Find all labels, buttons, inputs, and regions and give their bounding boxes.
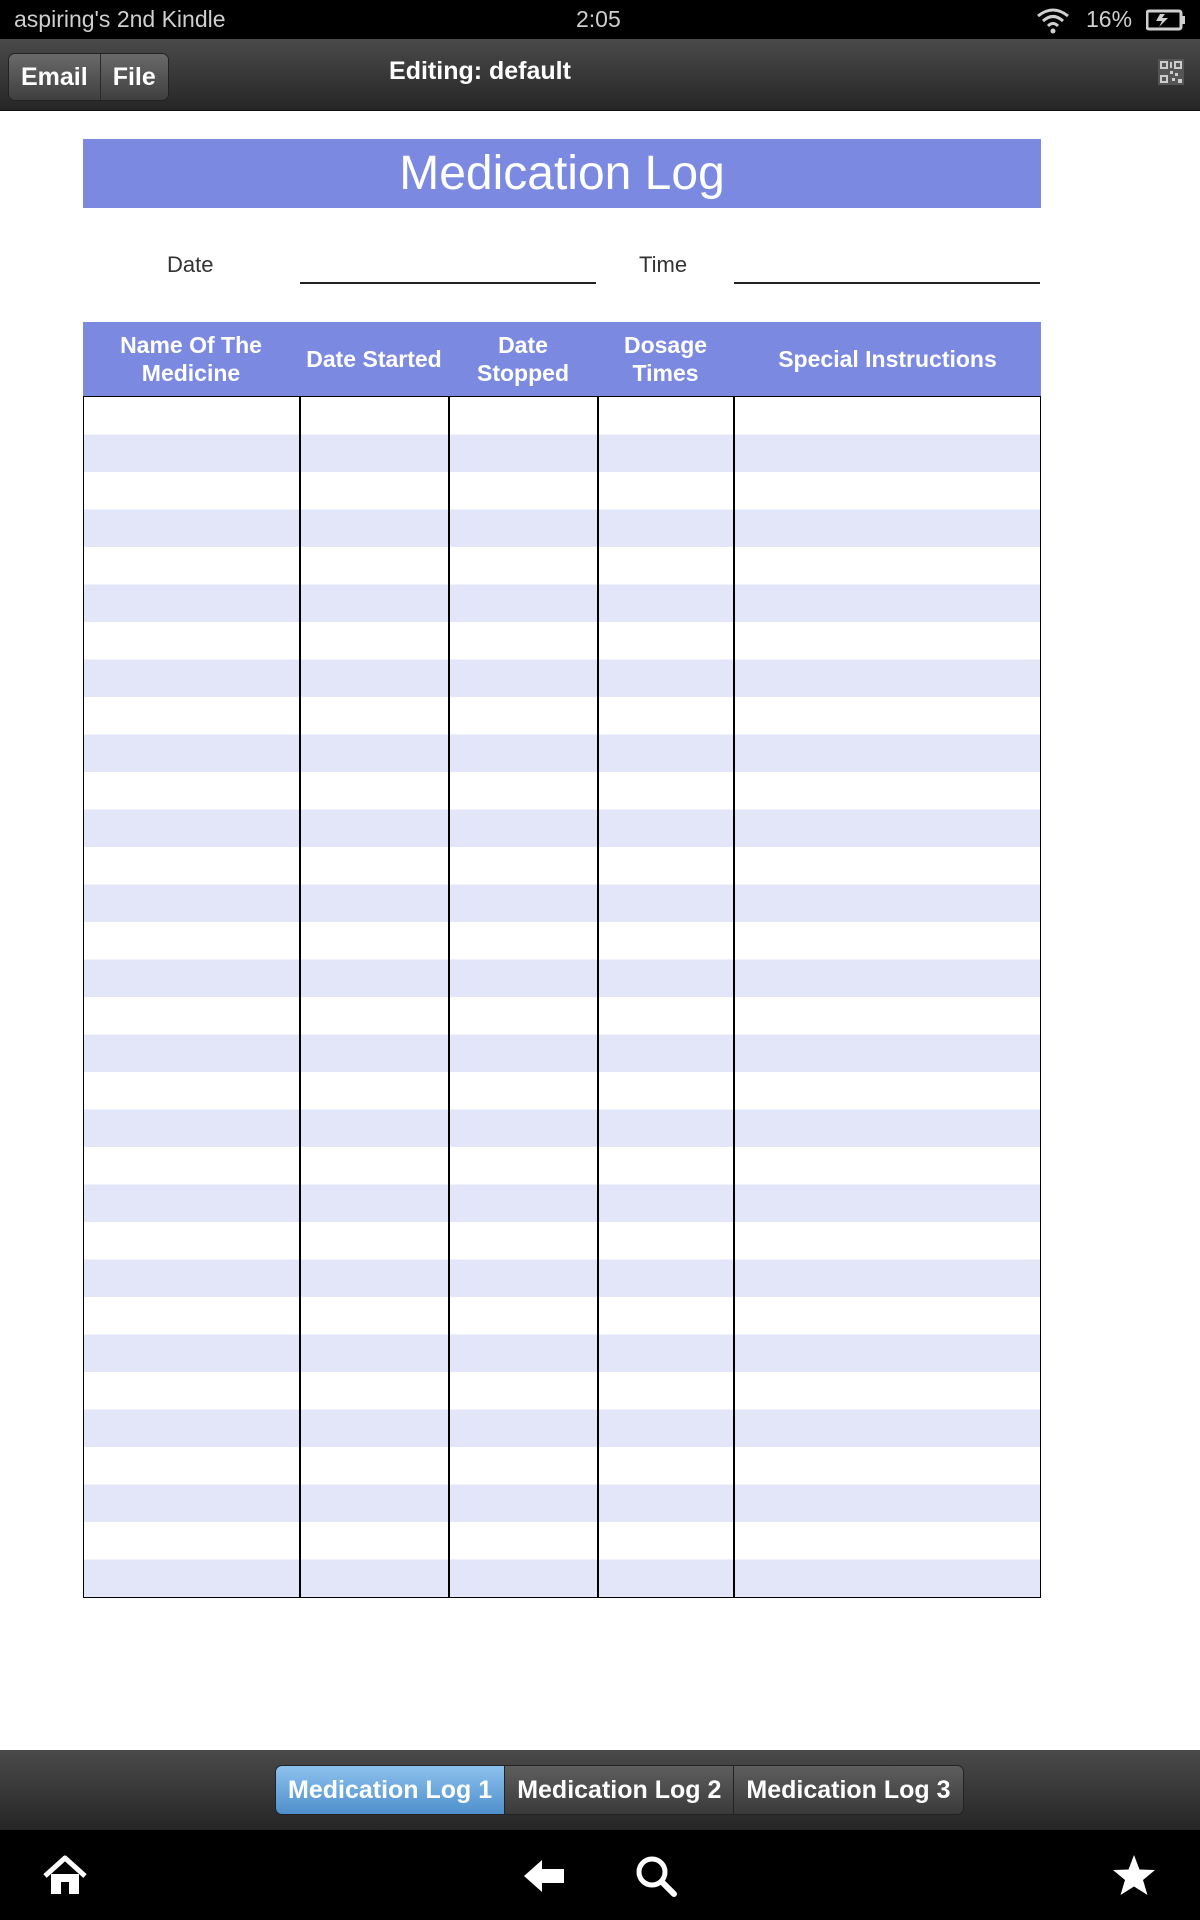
battery-level: 16% [1086, 6, 1133, 32]
table-header: Name Of The Medicine Date Started Date Sto… [83, 322, 1041, 396]
medication-table: Name Of The Medicine Date Started Date Sto… [83, 322, 1041, 1598]
tab-medication-log-1[interactable]: Medication Log 1 [276, 1766, 505, 1814]
file-button[interactable]: File [99, 54, 168, 100]
clock: 2:05 [576, 6, 621, 32]
column-header-date-stopped: Date Stopped [449, 322, 597, 396]
column-divider [597, 397, 599, 1597]
favorites-star-icon[interactable] [1110, 1852, 1158, 1900]
column-divider [448, 397, 450, 1597]
qr-code-icon[interactable] [1158, 59, 1184, 85]
status-bar: aspiring's 2nd Kindle 2:05 16% [0, 0, 1200, 39]
sheet-tabs: Medication Log 1 Medication Log 2 Medica… [275, 1765, 964, 1815]
app-toolbar: Email File Editing: default [0, 39, 1200, 111]
tab-medication-log-2[interactable]: Medication Log 2 [504, 1766, 734, 1814]
column-divider [733, 397, 735, 1597]
device-name: aspiring's 2nd Kindle [14, 6, 226, 32]
column-header-date-started-label: Date Started [306, 346, 442, 372]
column-header-medicine-label: Name Of The Medicine [120, 332, 262, 386]
column-divider [299, 397, 301, 1597]
column-header-dosage-times: Dosage Times [598, 322, 733, 396]
editing-title: Editing: default [389, 57, 571, 85]
column-header-date-started: Date Started [300, 322, 448, 396]
column-header-medicine: Name Of The Medicine [83, 322, 299, 396]
search-icon[interactable] [632, 1852, 680, 1900]
email-button[interactable]: Email [9, 54, 100, 100]
tab-medication-log-3[interactable]: Medication Log 3 [733, 1766, 963, 1814]
column-header-special-instructions: Special Instructions [734, 322, 1041, 396]
date-field[interactable] [300, 282, 596, 284]
sheet-tab-bar: Medication Log 1 Medication Log 2 Medica… [0, 1750, 1200, 1830]
toolbar-button-group: Email File [8, 53, 169, 101]
home-icon[interactable] [41, 1852, 89, 1900]
system-nav-bar [0, 1830, 1200, 1920]
document-title: Medication Log [83, 139, 1041, 208]
time-label: Time [639, 252, 688, 277]
wifi-icon [1037, 8, 1069, 34]
time-field[interactable] [734, 282, 1040, 284]
column-header-special-instructions-label: Special Instructions [778, 346, 997, 372]
battery-icon [1146, 9, 1185, 31]
date-label: Date [167, 252, 214, 277]
column-header-dosage-times-label: Dosage Times [623, 332, 708, 386]
column-header-date-stopped-label: Date Stopped [477, 332, 569, 386]
back-icon[interactable] [520, 1852, 568, 1900]
table-body[interactable] [83, 396, 1041, 1598]
